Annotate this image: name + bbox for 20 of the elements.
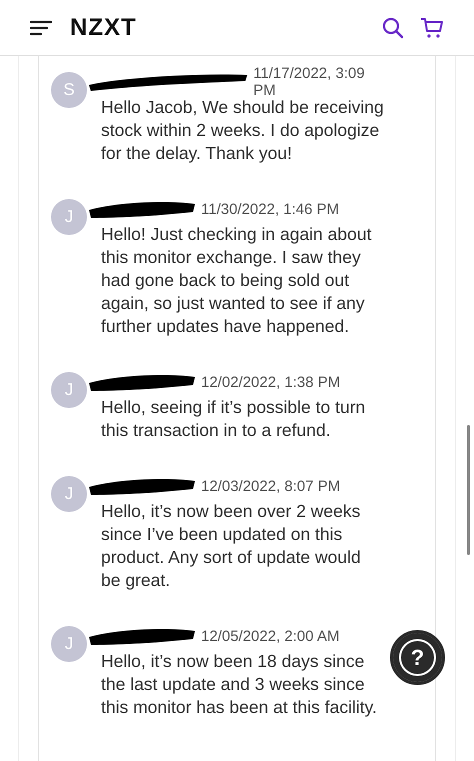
- message-text: Hello, it’s now been over 2 weeks since I’ve been updated on this product. Any sort of update would be great.: [101, 500, 362, 592]
- menu-icon[interactable]: [30, 20, 52, 36]
- avatar: J: [51, 626, 87, 662]
- avatar: J: [51, 199, 87, 235]
- timestamp: 11/30/2022, 1:46 PM: [201, 200, 340, 218]
- logo[interactable]: NZXT: [70, 14, 137, 42]
- message-text: Hello Jacob, We should be receiving stock within 2 weeks. I do apologize for the delay. Thank you!: [101, 96, 385, 165]
- cart-icon[interactable]: [420, 16, 444, 40]
- avatar: J: [51, 372, 87, 408]
- timestamp: 12/02/2022, 1:38 PM: [201, 374, 340, 390]
- timestamp: 12/03/2022, 8:07 PM: [201, 478, 340, 494]
- timestamp: 12/05/2022, 2:00 AM: [201, 628, 340, 644]
- search-icon[interactable]: [382, 16, 404, 38]
- message-text: Hello, seeing if it’s possible to turn this transaction in to a refund.: [101, 396, 366, 442]
- avatar: J: [51, 476, 87, 512]
- help-button[interactable]: ?: [390, 630, 445, 685]
- avatar: S: [51, 72, 87, 108]
- message-text: Hello! Just checking in again about this monitor exchange. I saw they had gone back to being sold out again, so just wanted to see if any further updates have happened.: [101, 223, 372, 338]
- message-text: Hello, it’s now been 18 days since the last update and 3 weeks since this monitor has been at this facility.: [101, 650, 378, 719]
- timestamp: 11/17/2022, 3:09 PM: [253, 65, 366, 99]
